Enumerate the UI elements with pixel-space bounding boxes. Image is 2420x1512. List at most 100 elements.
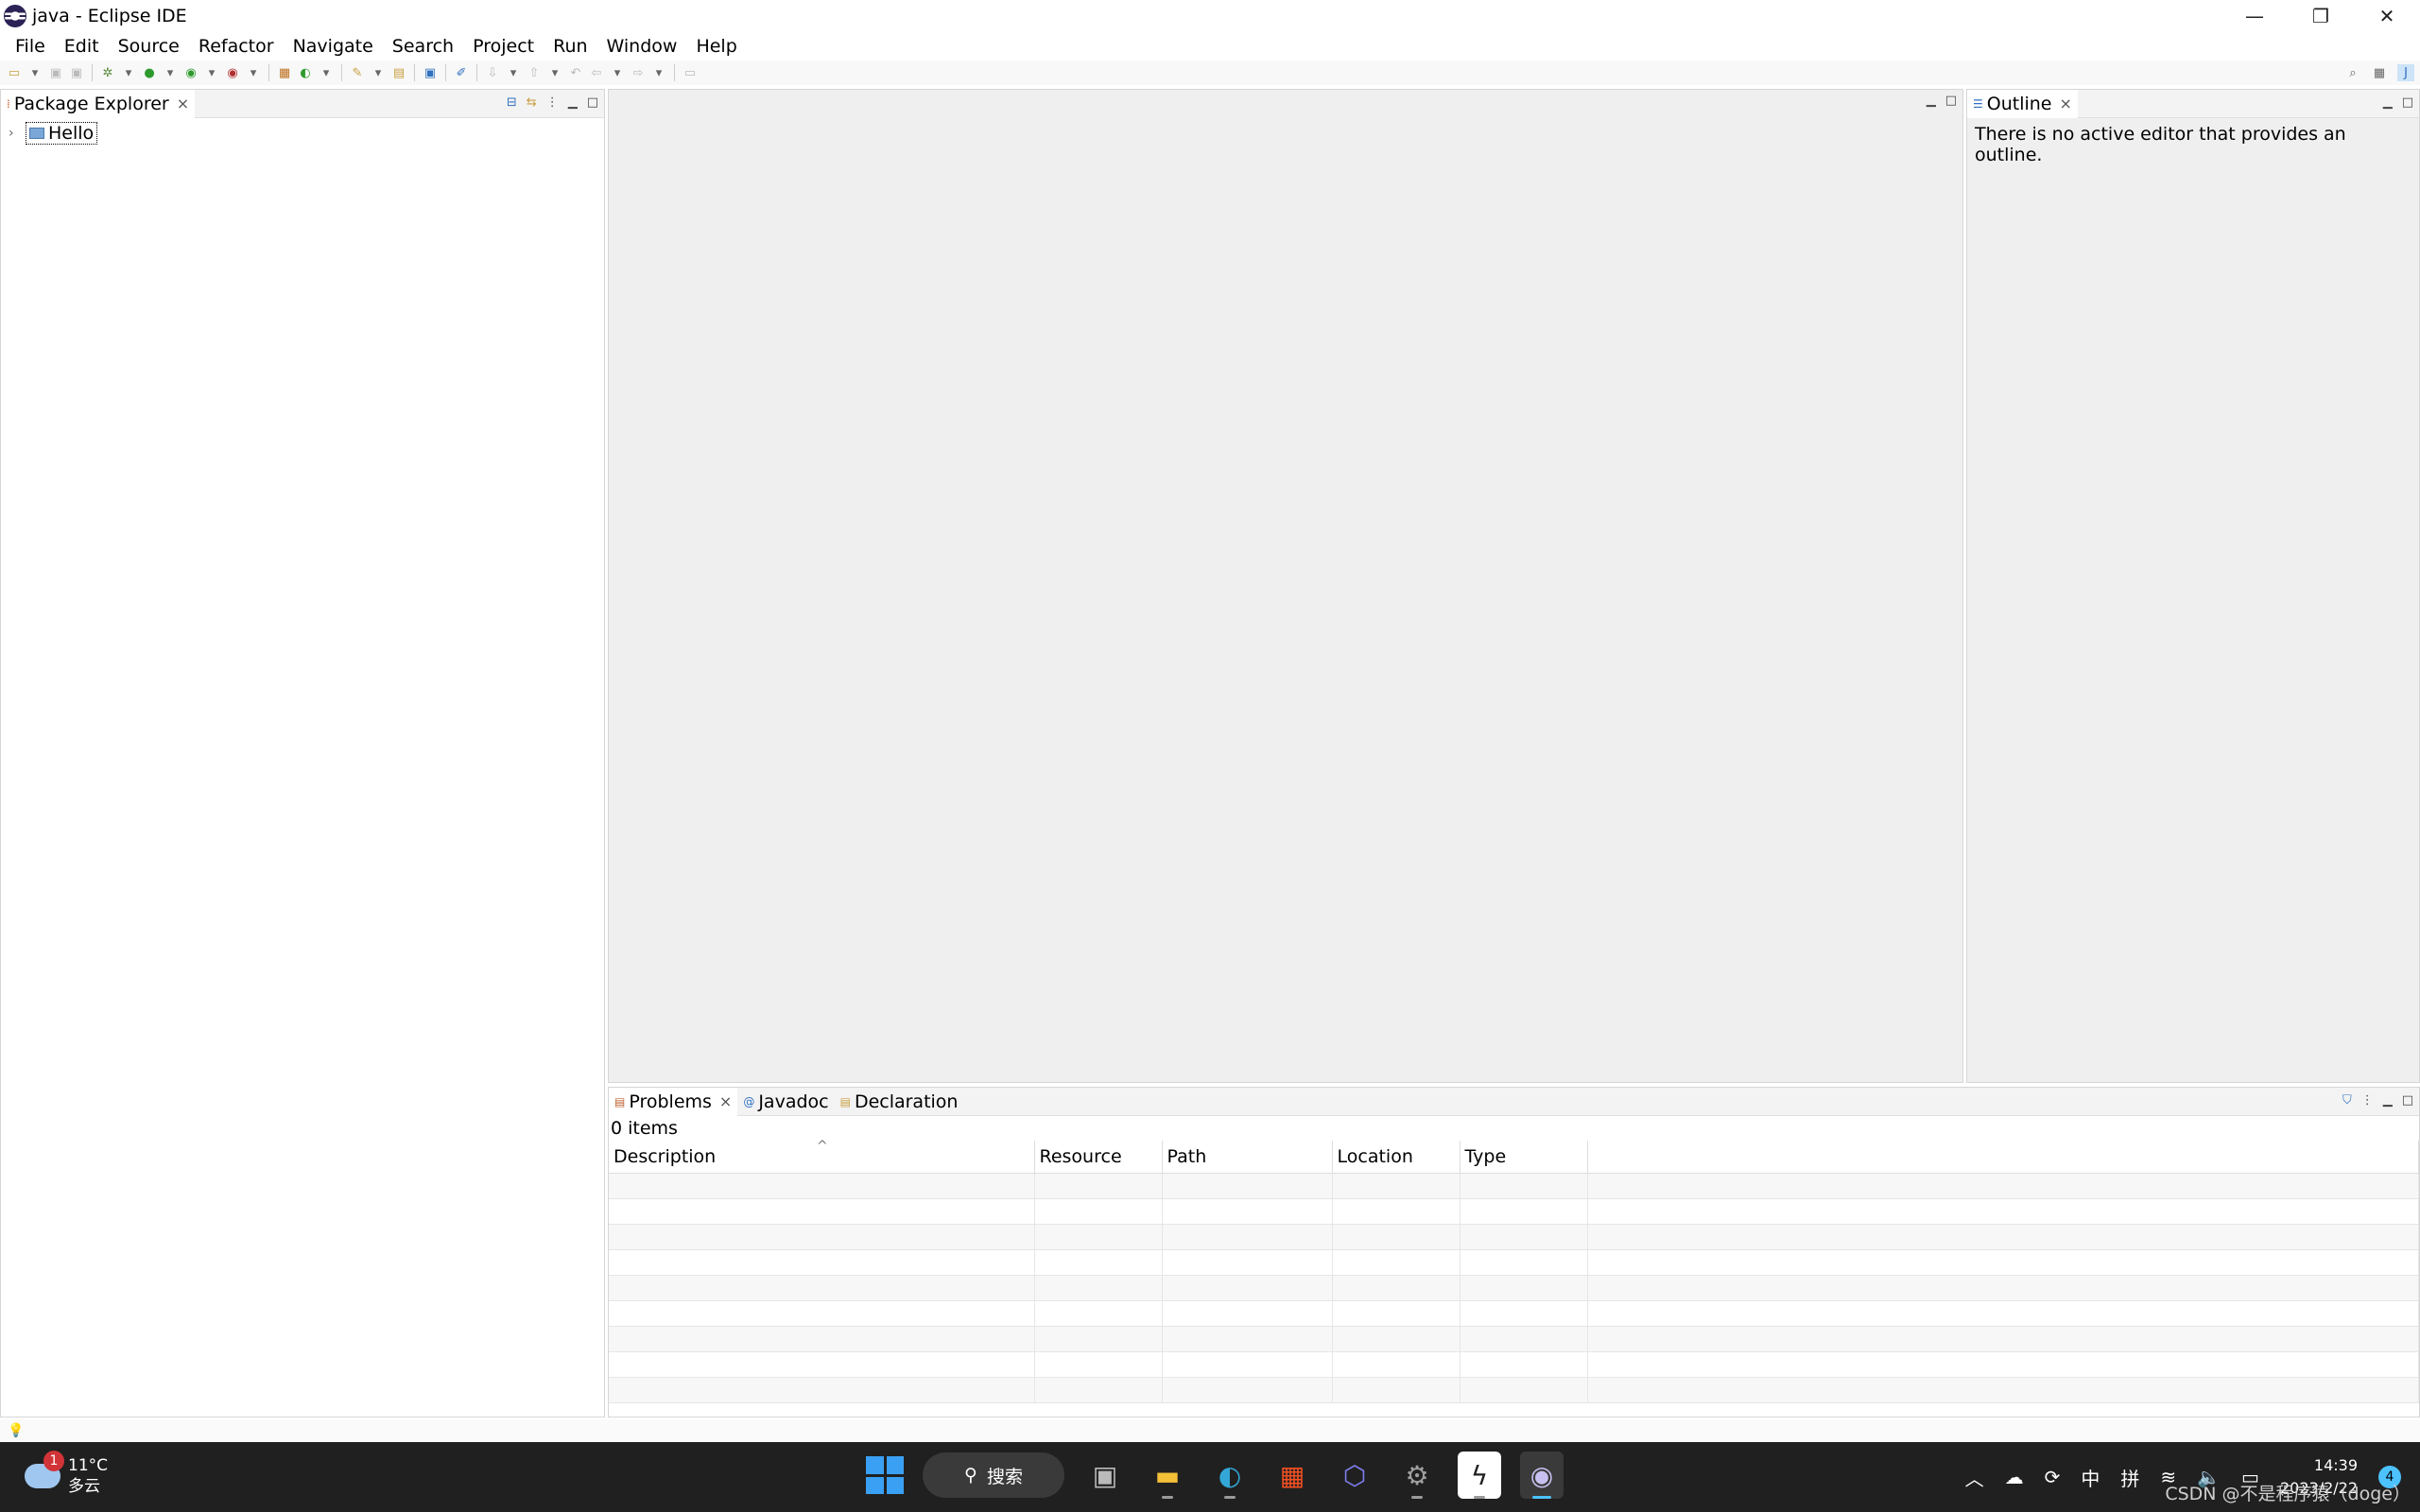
ime-language[interactable]: 中 bbox=[2081, 1464, 2100, 1491]
new-package-icon[interactable]: ▦ bbox=[276, 64, 293, 81]
package-explorer-panel: ⁞ Package Explorer × ⊟ ⇆ ⋮ ▁ □ › Hello bbox=[0, 89, 605, 1418]
tab-javadoc[interactable]: @ Javadoc bbox=[737, 1088, 834, 1116]
dropdown-icon[interactable]: ▾ bbox=[318, 64, 335, 81]
onedrive-icon[interactable]: ☁ bbox=[2005, 1466, 2024, 1488]
new-class-icon[interactable]: ◐ bbox=[297, 64, 314, 81]
copilot-app-icon[interactable]: ⬡ bbox=[1333, 1452, 1376, 1499]
menu-source[interactable]: Source bbox=[109, 36, 189, 57]
open-type-icon[interactable]: ✎ bbox=[349, 64, 366, 81]
column-type[interactable]: Type bbox=[1460, 1141, 1588, 1174]
save-all-icon[interactable]: ▣ bbox=[68, 64, 85, 81]
minimize-view-icon[interactable]: ▁ bbox=[568, 95, 578, 110]
view-menu-icon[interactable]: ⋮ bbox=[546, 95, 559, 110]
lightning-app-icon[interactable]: ϟ bbox=[1458, 1452, 1501, 1499]
taskbar-search[interactable]: ⚲ 搜索 bbox=[923, 1452, 1064, 1498]
menu-refactor[interactable]: Refactor bbox=[189, 36, 284, 57]
column-location[interactable]: Location bbox=[1332, 1141, 1461, 1174]
menu-edit[interactable]: Edit bbox=[55, 36, 109, 57]
save-icon[interactable]: ▣ bbox=[47, 64, 64, 81]
dropdown-icon[interactable]: ▾ bbox=[650, 64, 667, 81]
tab-declaration[interactable]: ▤ Declaration bbox=[835, 1088, 964, 1116]
toggle-mark-icon[interactable]: ✐ bbox=[453, 64, 470, 81]
dropdown-icon[interactable]: ▾ bbox=[26, 64, 43, 81]
column-filler bbox=[1587, 1141, 2419, 1174]
previous-annotation-icon[interactable]: ⇧ bbox=[526, 64, 543, 81]
menu-window[interactable]: Window bbox=[597, 36, 687, 57]
back-icon[interactable]: ⇦ bbox=[588, 64, 605, 81]
lightbulb-icon[interactable]: 💡 bbox=[8, 1423, 24, 1438]
maximize-view-icon[interactable]: □ bbox=[1945, 94, 1957, 108]
tab-problems[interactable]: ▤ Problems × bbox=[609, 1087, 738, 1116]
dropdown-icon[interactable]: ▾ bbox=[370, 64, 387, 81]
items-count: 0 items bbox=[611, 1118, 678, 1139]
weather-condition: 多云 bbox=[68, 1477, 100, 1496]
dropdown-icon[interactable]: ▾ bbox=[546, 64, 563, 81]
minimize-view-icon[interactable]: ▁ bbox=[1927, 94, 1936, 108]
run-icon[interactable]: ● bbox=[141, 64, 158, 81]
chevron-right-icon[interactable]: › bbox=[9, 126, 26, 141]
close-icon[interactable]: × bbox=[2060, 94, 2072, 112]
search-icon[interactable]: ⌕ bbox=[2344, 64, 2361, 81]
minimize-view-icon[interactable]: ▁ bbox=[2383, 1093, 2393, 1108]
tab-outline[interactable]: ☰ Outline × bbox=[1967, 89, 2078, 118]
dropdown-icon[interactable]: ▾ bbox=[120, 64, 137, 81]
close-button[interactable]: ✕ bbox=[2354, 0, 2420, 32]
last-edit-icon[interactable]: ↶ bbox=[567, 64, 584, 81]
close-icon[interactable]: × bbox=[177, 94, 189, 112]
close-icon[interactable]: × bbox=[719, 1092, 732, 1110]
forward-icon[interactable]: ⇨ bbox=[630, 64, 647, 81]
maximize-view-icon[interactable]: □ bbox=[2402, 1093, 2413, 1108]
dropdown-icon[interactable]: ▾ bbox=[203, 64, 220, 81]
pin-editor-icon[interactable]: ▭ bbox=[682, 64, 699, 81]
external-tools-icon[interactable]: ◉ bbox=[224, 64, 241, 81]
filter-icon[interactable]: ⛉ bbox=[2342, 1093, 2352, 1108]
weather-widget[interactable]: 1 11°C 多云 bbox=[25, 1451, 108, 1497]
menu-run[interactable]: Run bbox=[544, 36, 596, 57]
menu-search[interactable]: Search bbox=[383, 36, 463, 57]
menu-navigate[interactable]: Navigate bbox=[284, 36, 383, 57]
declaration-icon: ▤ bbox=[839, 1094, 851, 1108]
maximize-view-icon[interactable]: □ bbox=[2402, 95, 2413, 110]
table-row bbox=[609, 1275, 2419, 1301]
menu-help[interactable]: Help bbox=[686, 36, 746, 57]
sync-icon[interactable]: ⟳ bbox=[2045, 1466, 2061, 1488]
task-view-icon[interactable]: ▣ bbox=[1083, 1452, 1127, 1499]
settings-icon[interactable]: ⚙ bbox=[1395, 1452, 1439, 1499]
new-icon[interactable]: ▭ bbox=[6, 64, 23, 81]
minimize-view-icon[interactable]: ▁ bbox=[2383, 95, 2393, 110]
collapse-all-icon[interactable]: ⊟ bbox=[507, 95, 517, 110]
java-perspective-icon[interactable]: J bbox=[2397, 64, 2414, 81]
weather-text: 11°C 多云 bbox=[68, 1455, 108, 1497]
project-node[interactable]: Hello bbox=[26, 122, 98, 145]
menu-file[interactable]: File bbox=[6, 36, 55, 57]
column-path[interactable]: Path bbox=[1162, 1141, 1333, 1174]
tree-item-project[interactable]: › Hello bbox=[1, 122, 604, 145]
menu-project[interactable]: Project bbox=[463, 36, 544, 57]
column-description[interactable]: Description ^ bbox=[609, 1139, 1035, 1174]
dropdown-icon[interactable]: ▾ bbox=[162, 64, 179, 81]
eclipse-taskbar-icon[interactable]: ◉ bbox=[1520, 1452, 1564, 1499]
restore-button[interactable]: ❐ bbox=[2288, 0, 2354, 32]
tab-package-explorer[interactable]: ⁞ Package Explorer × bbox=[1, 89, 196, 118]
column-resource[interactable]: Resource bbox=[1034, 1141, 1163, 1174]
ime-mode[interactable]: 拼 bbox=[2120, 1464, 2139, 1491]
toolbar-separator bbox=[476, 64, 477, 81]
coverage-icon[interactable]: ◉ bbox=[182, 64, 199, 81]
debug-icon[interactable]: ✲ bbox=[99, 64, 116, 81]
chevron-up-icon[interactable]: ︿ bbox=[1965, 1464, 1984, 1491]
microsoft-store-icon[interactable]: ▦ bbox=[1270, 1452, 1314, 1499]
open-perspective-icon[interactable]: ▦ bbox=[2371, 64, 2388, 81]
open-task-icon[interactable]: ▤ bbox=[390, 64, 407, 81]
terminal-icon[interactable]: ▣ bbox=[422, 64, 439, 81]
edge-browser-icon[interactable]: ◐ bbox=[1208, 1452, 1252, 1499]
view-menu-icon[interactable]: ⋮ bbox=[2361, 1093, 2374, 1108]
file-explorer-icon[interactable]: ▬ bbox=[1146, 1452, 1189, 1499]
dropdown-icon[interactable]: ▾ bbox=[609, 64, 626, 81]
dropdown-icon[interactable]: ▾ bbox=[505, 64, 522, 81]
start-button[interactable] bbox=[866, 1456, 904, 1494]
maximize-view-icon[interactable]: □ bbox=[587, 95, 598, 110]
link-with-editor-icon[interactable]: ⇆ bbox=[527, 95, 537, 110]
dropdown-icon[interactable]: ▾ bbox=[245, 64, 262, 81]
minimize-button[interactable]: — bbox=[2221, 0, 2288, 32]
next-annotation-icon[interactable]: ⇩ bbox=[484, 64, 501, 81]
